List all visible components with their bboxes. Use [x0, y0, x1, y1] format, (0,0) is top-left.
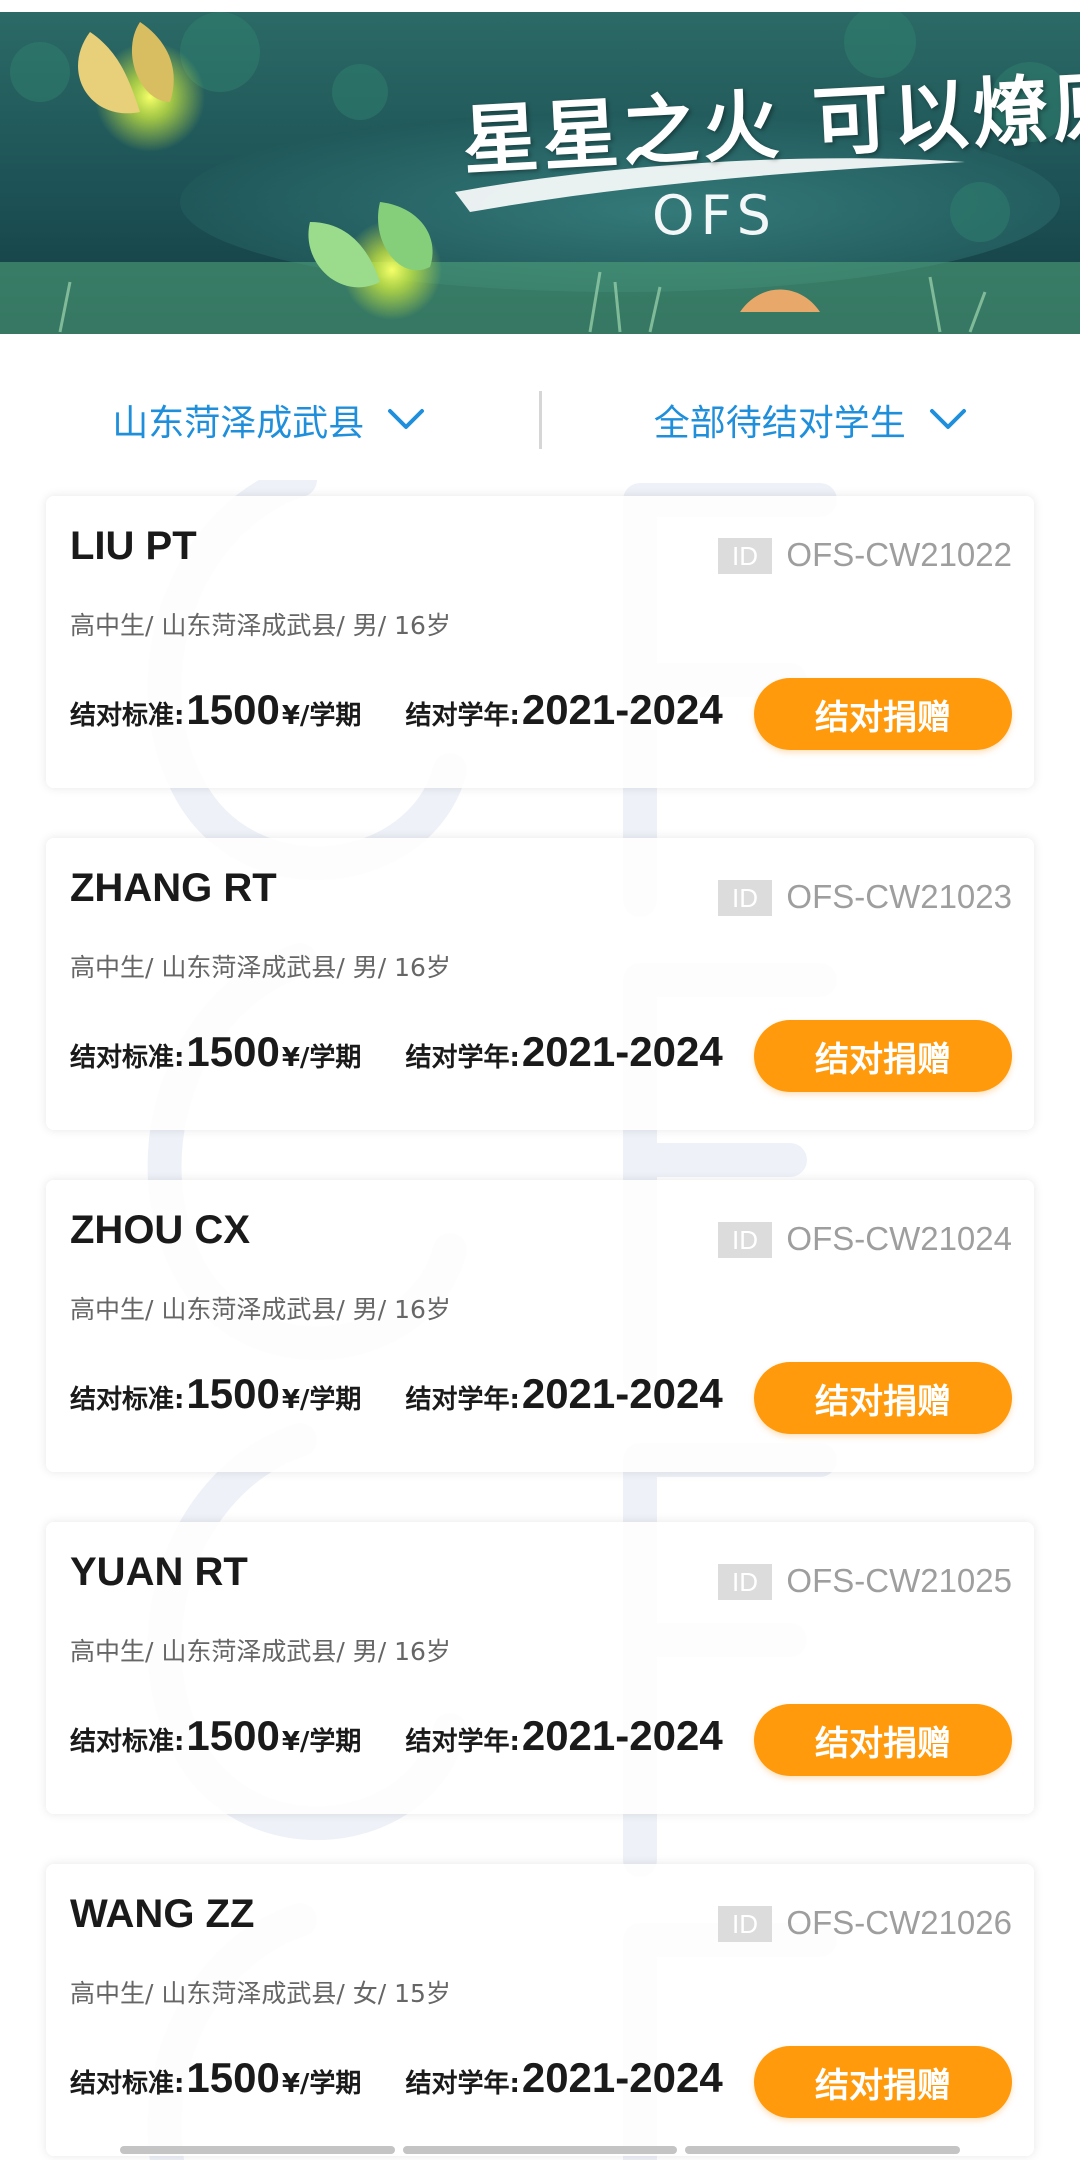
region-filter-dropdown[interactable]: 山东菏泽成武县 [0, 394, 539, 446]
scrollbar-segment [685, 2146, 961, 2154]
student-info: 高中生/ 山东菏泽成武县/ 男/ 16岁 [70, 1637, 451, 1666]
years-label: 结对学年: [405, 1727, 520, 1757]
standard-unit: ¥/学期 [281, 1043, 362, 1073]
standard-amount: 1500 [186, 1028, 280, 1075]
standard-unit: ¥/学期 [281, 1727, 362, 1757]
student-id: OFS-CW21025 [786, 1562, 1012, 1599]
banner-logo-text: OFS [652, 184, 777, 247]
filter-bar: 山东菏泽成武县 全部待结对学生 [0, 380, 1080, 460]
banner: 星星之火 可以燎原 OFS [0, 12, 1080, 334]
scrollbar-segment [120, 2146, 395, 2154]
donate-button[interactable]: 结对捐赠 [754, 2046, 1012, 2118]
standard-label: 结对标准: [70, 1043, 185, 1073]
student-info: 高中生/ 山东菏泽成武县/ 男/ 16岁 [70, 953, 451, 982]
chevron-down-icon [929, 409, 966, 429]
student-name: LIU PT [70, 524, 197, 568]
page: 星星之火 可以燎原 OFS 山东菏泽成武县 全部待结对学生 LIU PT ID … [0, 0, 1080, 2160]
years-value: 2021-2024 [521, 1370, 723, 1417]
years-label: 结对学年: [405, 2069, 520, 2099]
standard-unit: ¥/学期 [281, 701, 362, 731]
years-value: 2021-2024 [521, 1712, 723, 1759]
standard-amount: 1500 [186, 1712, 280, 1759]
student-info: 高中生/ 山东菏泽成武县/ 男/ 16岁 [70, 611, 451, 640]
years-label: 结对学年: [405, 1385, 520, 1415]
student-id: OFS-CW21024 [786, 1220, 1012, 1257]
years-value: 2021-2024 [521, 2054, 723, 2101]
id-badge: ID [718, 1564, 772, 1600]
student-id: OFS-CW21022 [786, 536, 1012, 573]
standard-label: 结对标准: [70, 701, 185, 731]
id-badge: ID [718, 1906, 772, 1942]
id-badge: ID [718, 538, 772, 574]
student-card[interactable]: LIU PT ID OFS-CW21022 高中生/ 山东菏泽成武县/ 男/ 1… [46, 496, 1034, 788]
standard-unit: ¥/学期 [281, 1385, 362, 1415]
student-name: ZHANG RT [70, 866, 277, 910]
region-filter-label: 山东菏泽成武县 [112, 403, 365, 444]
standard-label: 结对标准: [70, 1385, 185, 1415]
chevron-down-icon [388, 409, 425, 429]
standard-label: 结对标准: [70, 1727, 185, 1757]
student-id: OFS-CW21023 [786, 878, 1012, 915]
standard-amount: 1500 [186, 2054, 280, 2101]
id-badge: ID [718, 1222, 772, 1258]
sponsorship-meta: 结对标准: 1500 ¥/学期 结对学年: 2021-2024 [70, 1028, 723, 1088]
standard-label: 结对标准: [70, 2069, 185, 2099]
scrollbar-segment [402, 2146, 678, 2154]
standard-amount: 1500 [186, 1370, 280, 1417]
sponsorship-meta: 结对标准: 1500 ¥/学期 结对学年: 2021-2024 [70, 686, 723, 746]
student-card[interactable]: YUAN RT ID OFS-CW21025 高中生/ 山东菏泽成武县/ 男/ … [46, 1522, 1034, 1814]
student-info: 高中生/ 山东菏泽成武县/ 男/ 16岁 [70, 1295, 451, 1324]
student-name: ZHOU CX [70, 1208, 250, 1252]
student-card[interactable]: ZHANG RT ID OFS-CW21023 高中生/ 山东菏泽成武县/ 男/… [46, 838, 1034, 1130]
years-label: 结对学年: [405, 701, 520, 731]
donate-button[interactable]: 结对捐赠 [754, 1020, 1012, 1092]
years-value: 2021-2024 [521, 1028, 723, 1075]
donate-button[interactable]: 结对捐赠 [754, 1362, 1012, 1434]
student-filter-dropdown[interactable]: 全部待结对学生 [542, 394, 1080, 446]
student-name: WANG ZZ [70, 1892, 255, 1936]
student-card[interactable]: ZHOU CX ID OFS-CW21024 高中生/ 山东菏泽成武县/ 男/ … [46, 1180, 1034, 1472]
student-name: YUAN RT [70, 1550, 248, 1594]
donate-button[interactable]: 结对捐赠 [754, 678, 1012, 750]
sponsorship-meta: 结对标准: 1500 ¥/学期 结对学年: 2021-2024 [70, 2054, 723, 2114]
student-filter-label: 全部待结对学生 [653, 403, 906, 444]
sponsorship-meta: 结对标准: 1500 ¥/学期 结对学年: 2021-2024 [70, 1370, 723, 1430]
student-id: OFS-CW21026 [786, 1904, 1012, 1941]
donate-button[interactable]: 结对捐赠 [754, 1704, 1012, 1776]
years-value: 2021-2024 [521, 686, 723, 733]
standard-amount: 1500 [186, 686, 280, 733]
standard-unit: ¥/学期 [281, 2069, 362, 2099]
student-list: LIU PT ID OFS-CW21022 高中生/ 山东菏泽成武县/ 男/ 1… [46, 496, 1034, 2160]
id-badge: ID [718, 880, 772, 916]
sponsorship-meta: 结对标准: 1500 ¥/学期 结对学年: 2021-2024 [70, 1712, 723, 1772]
horizontal-scrollbar[interactable] [120, 2146, 961, 2154]
years-label: 结对学年: [405, 1043, 520, 1073]
student-card[interactable]: WANG ZZ ID OFS-CW21026 高中生/ 山东菏泽成武县/ 女/ … [46, 1864, 1034, 2156]
student-info: 高中生/ 山东菏泽成武县/ 女/ 15岁 [70, 1979, 451, 2008]
